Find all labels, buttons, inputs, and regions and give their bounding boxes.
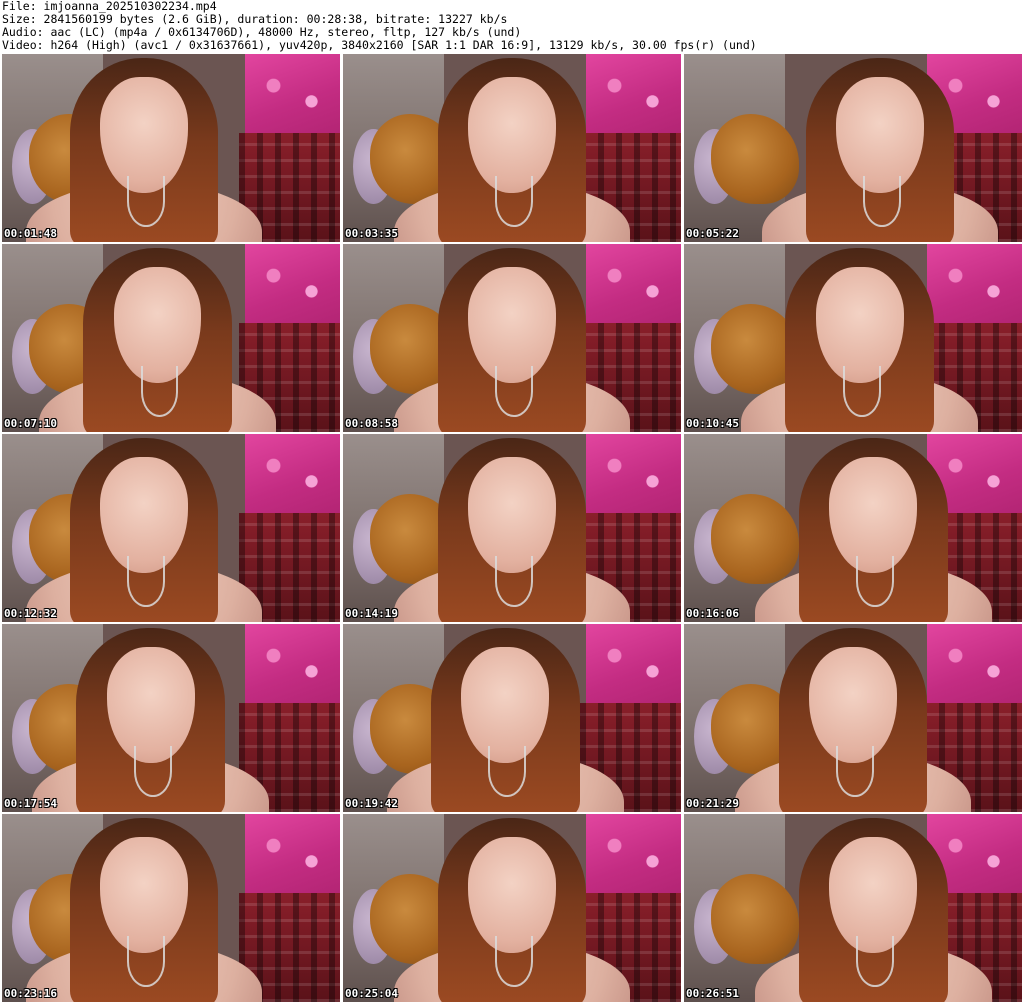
pink-fabric-icon [586, 54, 681, 133]
thumbnail-timestamp: 00:07:10 [4, 417, 57, 430]
thumbnail-timestamp: 00:23:16 [4, 987, 57, 1000]
pink-fabric-icon [586, 244, 681, 323]
necklace-icon [856, 556, 895, 607]
plush-toy-icon [711, 114, 799, 205]
video-thumbnail[interactable]: 00:08:58 [343, 244, 681, 432]
video-thumbnail[interactable]: 00:17:54 [2, 624, 340, 812]
video-info-line: Video: h264 (High) (avc1 / 0x31637661), … [2, 38, 757, 52]
necklace-icon [495, 176, 533, 227]
thumbnail-timestamp: 00:26:51 [686, 987, 739, 1000]
thumbnail-frame-image [343, 624, 681, 812]
video-thumbnail[interactable]: 00:19:42 [343, 624, 681, 812]
thumbnail-frame-image [684, 434, 1022, 622]
necklace-icon [127, 176, 165, 227]
pink-fabric-icon [586, 814, 681, 893]
thumbnail-frame-image [343, 814, 681, 1002]
file-info-header: File: imjoanna_202510302234.mp4 Size: 28… [2, 0, 1022, 54]
thumbnail-frame-image [2, 814, 340, 1002]
video-thumbnail[interactable]: 00:21:29 [684, 624, 1022, 812]
thumbnail-timestamp: 00:01:48 [4, 227, 57, 240]
necklace-icon [488, 746, 527, 797]
pink-fabric-icon [245, 434, 340, 513]
video-thumbnail[interactable]: 00:10:45 [684, 244, 1022, 432]
pink-fabric-icon [245, 814, 340, 893]
video-thumbnail[interactable]: 00:26:51 [684, 814, 1022, 1002]
video-thumbnail[interactable]: 00:16:06 [684, 434, 1022, 622]
necklace-icon [495, 936, 533, 987]
thumbnail-timestamp: 00:19:42 [345, 797, 398, 810]
thumbnail-timestamp: 00:17:54 [4, 797, 57, 810]
necklace-icon [495, 556, 533, 607]
necklace-icon [127, 556, 165, 607]
thumbnail-frame-image [343, 244, 681, 432]
video-thumbnail[interactable]: 00:25:04 [343, 814, 681, 1002]
necklace-icon [127, 936, 165, 987]
necklace-icon [836, 746, 874, 797]
video-thumbnail[interactable]: 00:23:16 [2, 814, 340, 1002]
plush-toy-icon [711, 874, 799, 965]
necklace-icon [140, 366, 179, 417]
necklace-icon [863, 176, 901, 227]
necklace-icon [856, 936, 895, 987]
thumbnail-frame-image [2, 624, 340, 812]
necklace-icon [495, 366, 533, 417]
video-thumbnail[interactable]: 00:03:35 [343, 54, 681, 242]
thumbnail-frame-image [684, 624, 1022, 812]
video-thumbnail[interactable]: 00:14:19 [343, 434, 681, 622]
thumbnail-timestamp: 00:03:35 [345, 227, 398, 240]
thumbnail-frame-image [2, 434, 340, 622]
pink-fabric-icon [245, 244, 340, 323]
thumbnail-grid: 00:01:48 00:03:35 00:05:22 00:07:10 00:0… [2, 54, 1022, 1002]
pink-fabric-icon [245, 624, 340, 703]
pink-fabric-icon [927, 244, 1022, 323]
thumbnail-frame-image [343, 434, 681, 622]
pink-fabric-icon [586, 434, 681, 513]
thumbnail-frame-image [2, 54, 340, 242]
necklace-icon [842, 366, 881, 417]
video-thumbnail[interactable]: 00:12:32 [2, 434, 340, 622]
thumbnail-timestamp: 00:10:45 [686, 417, 739, 430]
necklace-icon [133, 746, 172, 797]
pink-fabric-icon [586, 624, 681, 703]
thumbnail-timestamp: 00:08:58 [345, 417, 398, 430]
thumbnail-timestamp: 00:12:32 [4, 607, 57, 620]
thumbnail-timestamp: 00:25:04 [345, 987, 398, 1000]
thumbnail-frame-image [684, 54, 1022, 242]
thumbnail-timestamp: 00:05:22 [686, 227, 739, 240]
thumbnail-timestamp: 00:21:29 [686, 797, 739, 810]
plush-toy-icon [711, 494, 799, 585]
thumbnail-frame-image [684, 244, 1022, 432]
video-thumbnail[interactable]: 00:07:10 [2, 244, 340, 432]
video-thumbnail[interactable]: 00:01:48 [2, 54, 340, 242]
pink-fabric-icon [927, 624, 1022, 703]
thumbnail-timestamp: 00:14:19 [345, 607, 398, 620]
thumbnail-frame-image [684, 814, 1022, 1002]
thumbnail-frame-image [343, 54, 681, 242]
video-thumbnail[interactable]: 00:05:22 [684, 54, 1022, 242]
thumbnail-timestamp: 00:16:06 [686, 607, 739, 620]
thumbnail-frame-image [2, 244, 340, 432]
pink-fabric-icon [245, 54, 340, 133]
